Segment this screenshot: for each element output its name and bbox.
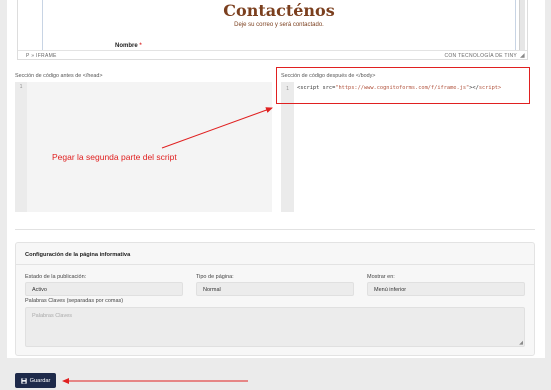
floppy-disk-icon (20, 377, 27, 384)
status-select[interactable]: Activo (25, 282, 183, 296)
required-mark: * (139, 43, 142, 49)
line-number: 1 (19, 84, 23, 90)
save-label: Guardar (29, 377, 51, 384)
head-code-gutter: 1 (15, 82, 27, 212)
tiny-branding-link[interactable]: CON TECNOLOGÍA DE TINY (444, 53, 517, 59)
resize-handle-icon[interactable]: ◢ (520, 53, 526, 59)
save-button[interactable]: Guardar (15, 373, 56, 388)
textarea-resize-icon[interactable]: ◢ (519, 340, 523, 346)
element-path[interactable]: P » IFRAME (26, 53, 57, 59)
embedded-form-preview: Contacténos Deje su correo y será contac… (42, 0, 516, 50)
show-in-label: Mostrar en: (367, 274, 395, 280)
highlight-box (276, 67, 530, 104)
config-separator (16, 264, 534, 265)
config-card: Configuración de la página informativa E… (15, 242, 535, 356)
section-divider (15, 229, 535, 230)
config-title: Configuración de la página informativa (25, 252, 131, 258)
rich-text-editor[interactable]: Contacténos Deje su correo y será contac… (17, 0, 528, 60)
editor-iframe[interactable]: Contacténos Deje su correo y será contac… (18, 0, 527, 50)
keywords-textarea[interactable]: Palabras Claves ◢ (25, 307, 525, 347)
status-label: Estado de la publicación: (25, 274, 87, 280)
annotation-text: Pegar la segunda parte del script (52, 152, 177, 162)
type-label: Tipo de página: (196, 274, 234, 280)
contact-subtitle: Deje su correo y será contactado. (234, 22, 324, 28)
head-code-label: Sección de código antes de </head> (15, 73, 103, 79)
editor-status-bar: P » IFRAME CON TECNOLOGÍA DE TINY ◢ (18, 50, 527, 60)
contact-title: Contacténos (223, 1, 335, 20)
name-field-label: Nombre * (115, 43, 142, 49)
name-label-text: Nombre (115, 43, 138, 49)
show-in-select[interactable]: Menú inferior (367, 282, 525, 296)
keywords-placeholder: Palabras Claves (32, 313, 73, 319)
type-select[interactable]: Normal (196, 282, 354, 296)
iframe-scrollbar[interactable] (519, 0, 525, 50)
show-in-value: Menú inferior (374, 287, 407, 293)
type-value: Normal (203, 287, 221, 293)
head-code-editor[interactable]: 1 (15, 82, 272, 212)
status-value: Activo (32, 287, 47, 293)
keywords-label: Palabras Claves (separadas por comas) (25, 298, 124, 304)
